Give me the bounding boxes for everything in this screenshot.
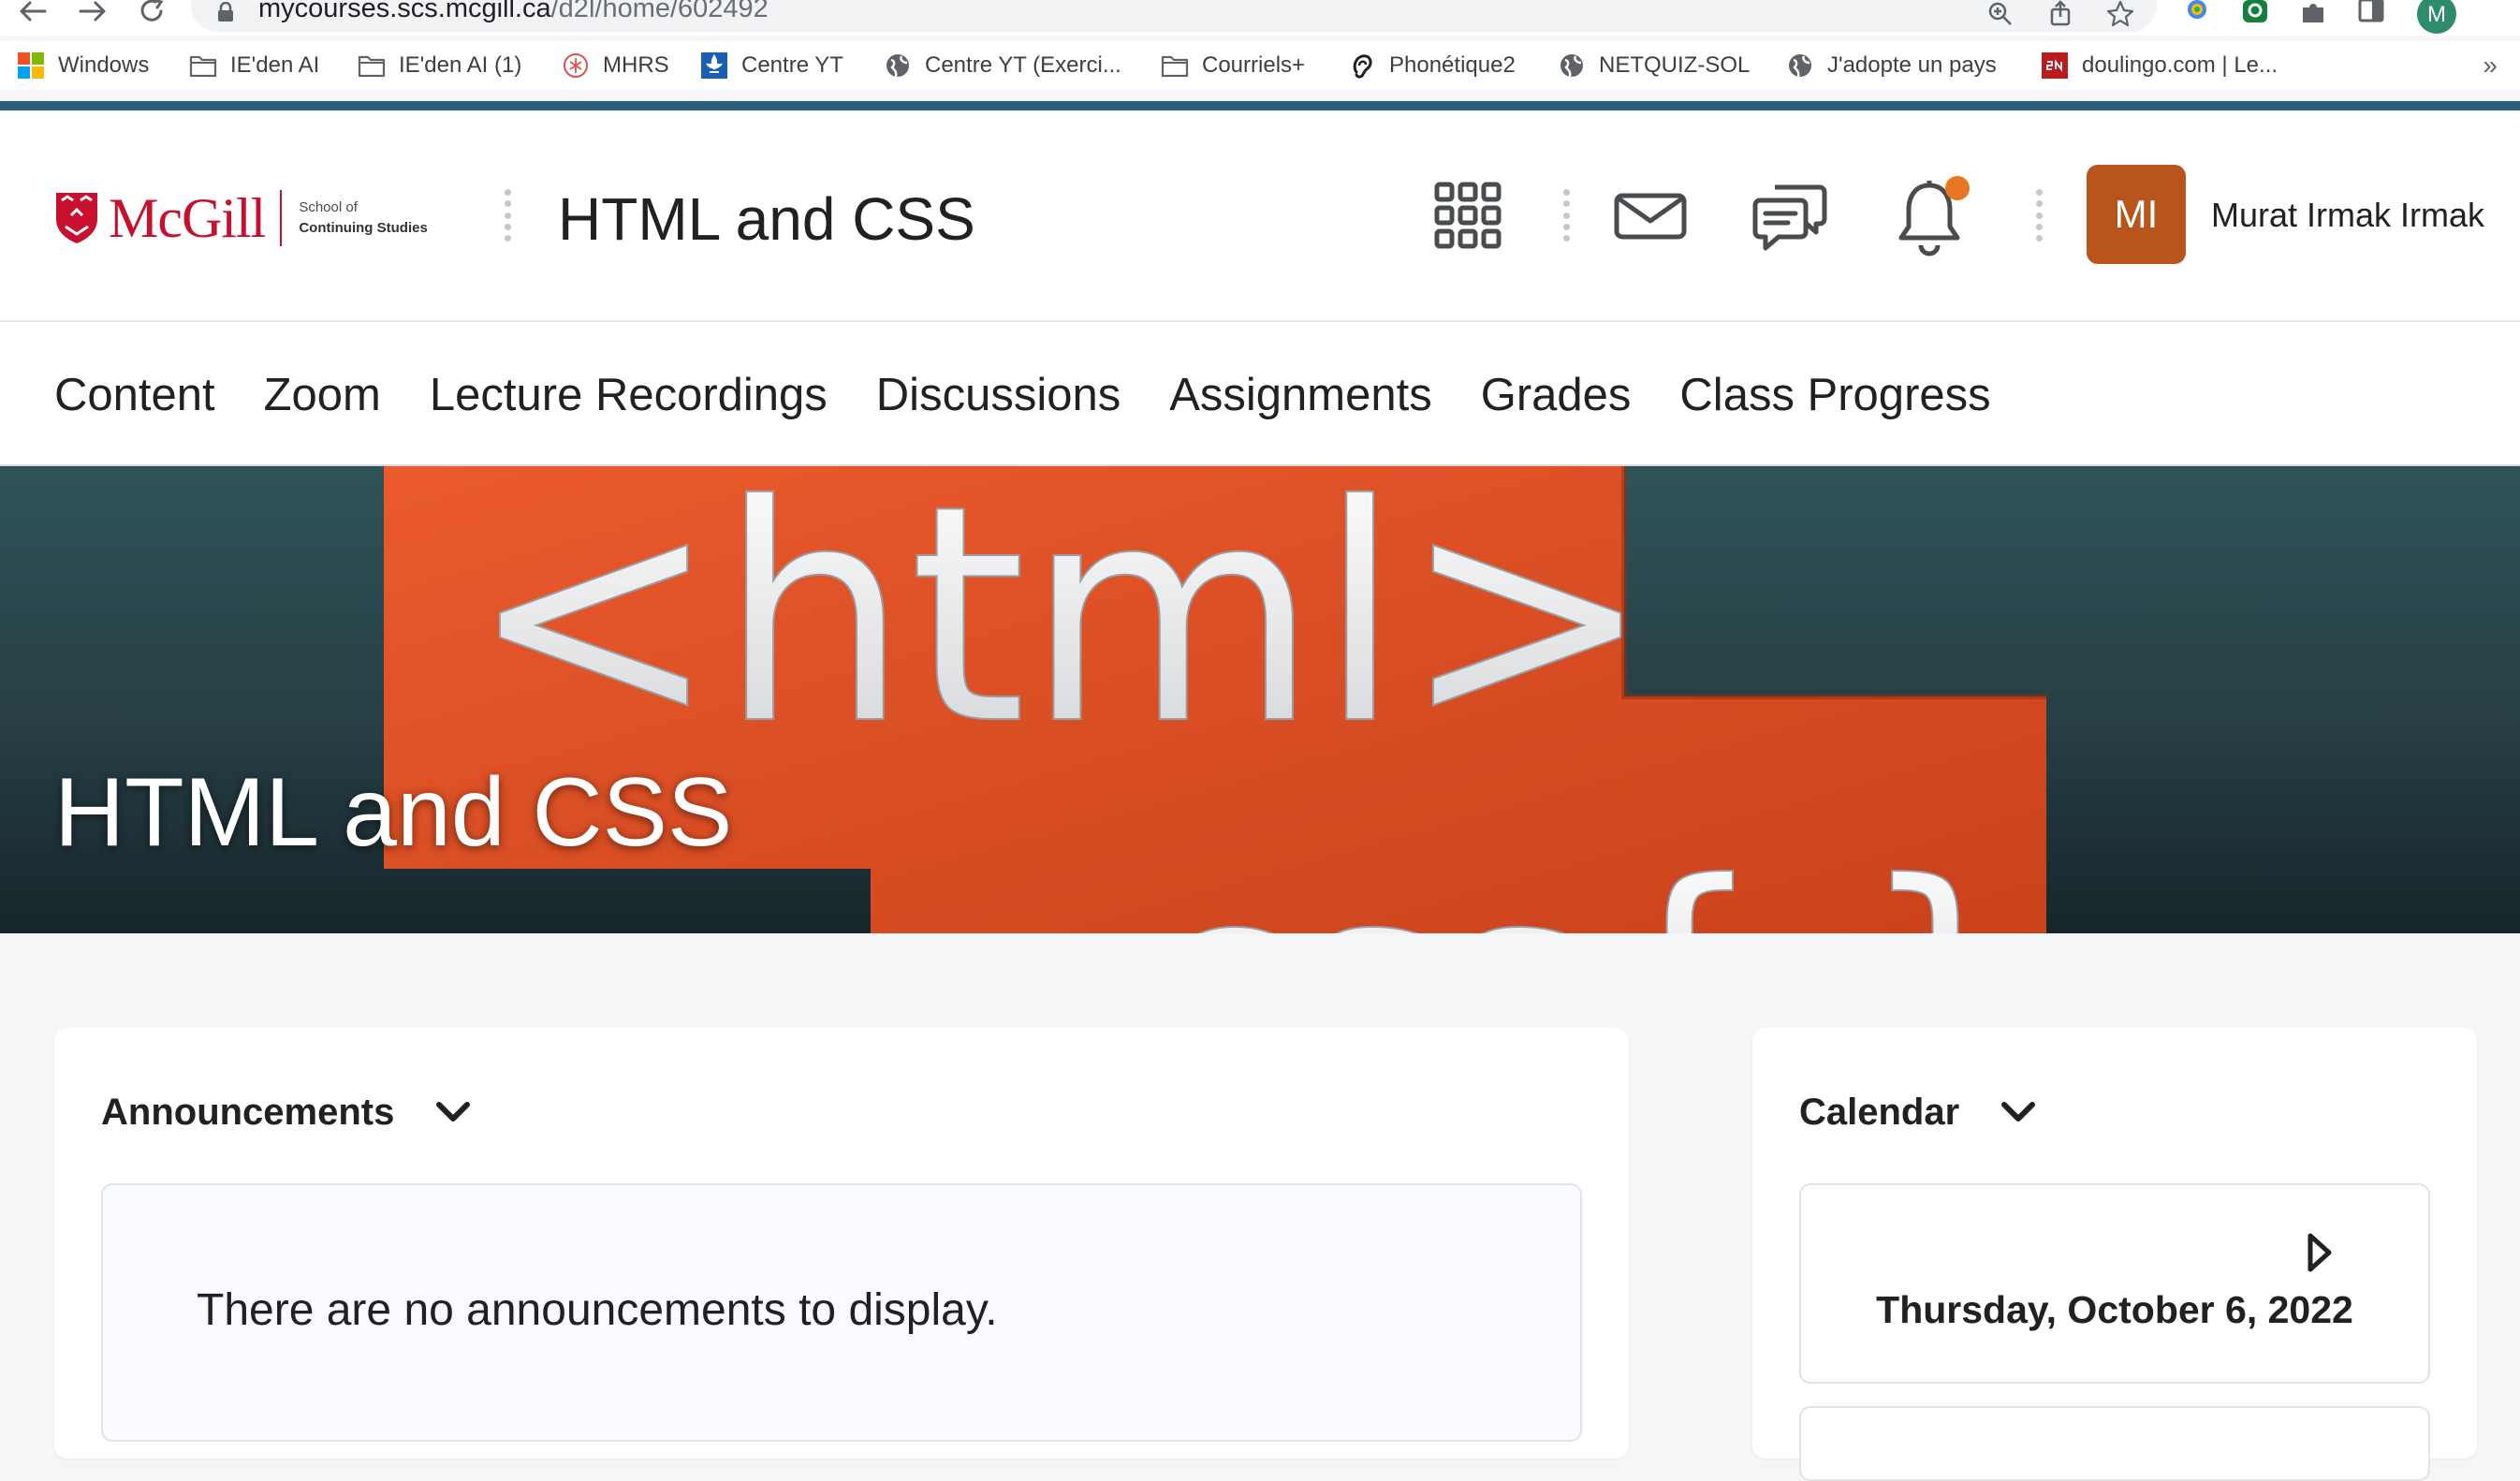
extension-color-icon[interactable] [2183,0,2217,28]
course-selector-grid-icon[interactable] [1434,182,1502,249]
more-bookmarks-chevron[interactable]: » [2483,51,2498,81]
course-header: McGill School of Continuing Studies HTML… [0,110,2520,322]
reload-icon[interactable] [137,0,174,28]
bookmark-doulingo[interactable]: doulingo.com | Le... [2041,49,2278,82]
user-name[interactable]: Murat Irmak Irmak [2211,195,2484,236]
side-panel-icon[interactable] [2357,0,2391,28]
course-title[interactable]: HTML and CSS [558,183,975,255]
message-envelope-icon[interactable] [1614,193,1687,240]
share-icon[interactable] [2046,0,2074,28]
lock-icon [217,2,234,22]
globe-icon [1786,51,1814,80]
nav-item-lecture-recordings[interactable]: Lecture Recordings [430,367,828,423]
back-arrow-icon[interactable] [17,0,54,28]
nav-item-discussions[interactable]: Discussions [876,367,1121,423]
header-divider [1563,189,1571,242]
bookmark-star-icon[interactable] [2106,0,2134,28]
bookmark-jadopte-un-pays[interactable]: J'adopte un pays [1786,49,1997,82]
ear-icon [1348,51,1376,80]
bookmark-windows[interactable]: Windows [17,49,149,82]
logo-divider [280,190,283,246]
calendar-date: Thursday, October 6, 2022 [1876,1288,2353,1331]
extension-grammar-icon[interactable] [2241,0,2275,28]
folder-icon [358,51,386,80]
zoom-icon[interactable] [1986,0,2015,28]
chevron-down-icon[interactable] [2000,1101,2036,1123]
url-text: mycourses.scs.mcgill.ca/d2l/home/602492 [258,0,769,23]
header-divider [2036,189,2044,242]
bookmark-centre-yt[interactable]: Centre YT [700,49,843,82]
calendar-widget: Calendar Thursday, October 6, 2022 [1752,1028,2477,1481]
bookmark-centre-yt-exercises[interactable]: Centre YT (Exerci... [884,49,1121,82]
browser-profile-avatar[interactable]: M [2417,0,2456,34]
bookmark-phonetique2[interactable]: Phonétique2 [1348,49,1516,82]
address-bar[interactable]: mycourses.scs.mcgill.ca/d2l/home/602492 [191,0,2157,32]
quebec-fleur-de-lis-icon [700,51,728,80]
mcgill-crest-icon [54,191,99,245]
course-navbar: Content Zoom Lecture Recordings Discussi… [0,322,2520,466]
bookmark-ieden-ai[interactable]: IE'den AI [189,49,319,82]
discussions-chat-icon[interactable] [1752,180,1827,253]
announcements-list: There are no announcements to display. [101,1183,1582,1442]
bookmark-mhrs[interactable]: MHRS [562,49,669,82]
no-announcements-message: There are no announcements to display. [197,1285,998,1335]
nav-item-grades[interactable]: Grades [1481,367,1632,423]
forward-arrow-icon[interactable] [77,0,114,28]
bookmark-courriels[interactable]: Courriels+ [1161,49,1305,82]
folder-icon [1161,51,1189,80]
calendar-title: Calendar [1799,1092,1960,1133]
mcgill-logo[interactable]: McGill School of Continuing Studies [54,185,428,251]
bookmark-ieden-ai-1[interactable]: IE'den AI (1) [358,49,521,82]
globe-icon [884,51,912,80]
calendar-day-card: Thursday, October 6, 2022 [1799,1183,2430,1384]
user-avatar[interactable]: MI [2087,165,2186,264]
announcements-title: Announcements [101,1092,395,1133]
globe-icon [1558,51,1586,80]
logo-subtitle: School of Continuing Studies [299,199,428,236]
announcements-widget: Announcements There are no announcements… [54,1028,1629,1459]
chevron-down-icon[interactable] [435,1101,471,1123]
extensions-puzzle-icon[interactable] [2299,0,2333,28]
sn-logo-icon [2041,51,2069,80]
nav-item-zoom[interactable]: Zoom [264,367,381,423]
header-divider [505,189,512,242]
nav-item-assignments[interactable]: Assignments [1169,367,1432,423]
nav-item-class-progress[interactable]: Class Progress [1679,367,1990,423]
nav-item-content[interactable]: Content [54,367,215,423]
browser-toolbar: mycourses.scs.mcgill.ca/d2l/home/602492 … [0,0,2520,36]
bookmark-netquiz-sol[interactable]: NETQUIZ-SOL [1558,49,1750,82]
banner-css-text: css{ } [1142,824,2036,933]
banner-title: HTML and CSS [54,758,733,867]
brand-accent-bar [0,101,2520,110]
folder-icon [189,51,217,80]
windows-logo-icon [17,51,45,80]
mhrs-logo-icon [562,51,590,80]
banner-html-text: <html> [468,466,1652,790]
bookmarks-bar: Windows IE'den AI IE'den AI (1) MHRS Cen… [0,41,2520,90]
notification-badge [1945,176,1970,200]
next-day-arrow-icon[interactable] [2307,1232,2333,1273]
course-banner: <html> css{ } HTML and CSS [0,466,2520,933]
calendar-events-card [1799,1406,2430,1481]
